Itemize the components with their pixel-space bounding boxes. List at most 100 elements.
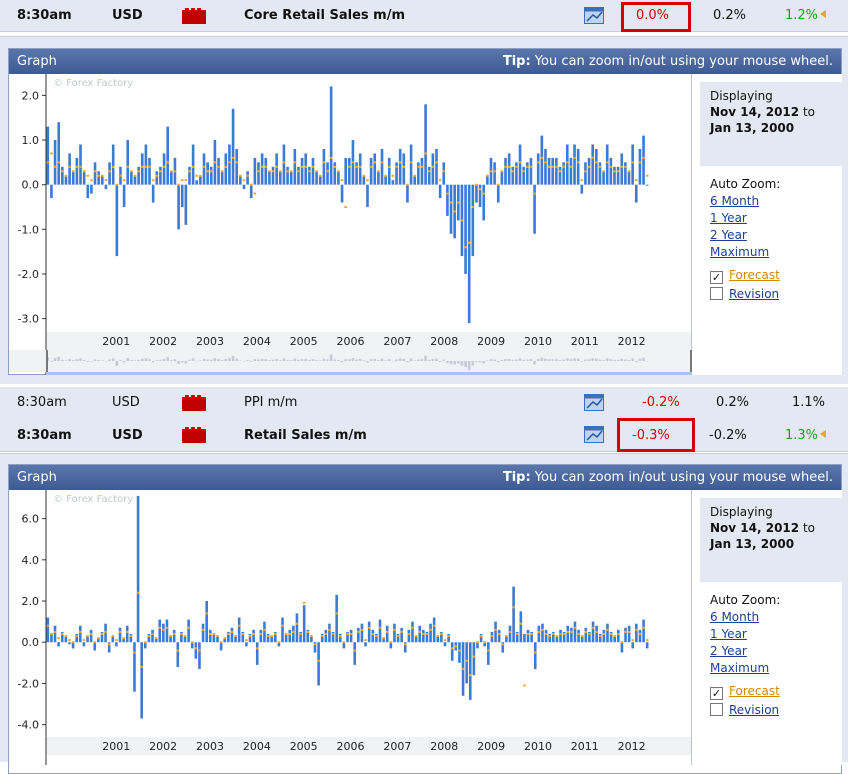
zoom-1-year-link[interactable]: 1 Year xyxy=(710,210,780,227)
forecast-checkbox[interactable]: ✓ xyxy=(710,687,723,700)
actual-bar xyxy=(384,175,387,185)
forecast-mark xyxy=(318,174,322,177)
event-name[interactable]: Retail Sales m/m xyxy=(244,428,367,443)
actual-bar xyxy=(638,629,642,643)
forecast-mark xyxy=(260,165,264,168)
forecast-mark xyxy=(224,165,228,168)
chart-area[interactable]: © Forex Factory 2.0 1.0 0.0 -1.0 -2.0 -3.0 2001… xyxy=(9,74,692,375)
zoom-maximum-link[interactable]: Maximum xyxy=(710,660,780,677)
forecast-mark xyxy=(64,174,68,177)
forecast-mark xyxy=(533,192,536,195)
auto-zoom-label: Auto Zoom: xyxy=(710,177,781,191)
forecast-mark xyxy=(577,632,580,635)
forecast-checkbox[interactable]: ✓ xyxy=(710,271,723,284)
revision-toggle-label[interactable]: Revision xyxy=(729,703,779,717)
navigator-mark xyxy=(526,359,529,361)
forecast-mark xyxy=(530,632,533,635)
actual-bar xyxy=(385,625,389,643)
actual-bar xyxy=(422,629,425,643)
zoom-1-year-link[interactable]: 1 Year xyxy=(710,626,780,643)
navigator-mark xyxy=(507,358,511,361)
forecast-mark xyxy=(627,630,631,633)
revision-checkbox[interactable] xyxy=(710,287,723,300)
revision-checkbox[interactable] xyxy=(710,703,723,716)
revision-toggle[interactable]: Revision xyxy=(710,287,779,301)
event-name[interactable]: PPI m/m xyxy=(244,395,297,410)
navigator-mark xyxy=(308,359,311,361)
zoom-6-month-link[interactable]: 6 Month xyxy=(710,193,780,210)
tip-label: Tip: xyxy=(502,470,531,485)
navigator-mark xyxy=(344,359,347,361)
forecast-mark xyxy=(551,165,555,168)
navigator-mark xyxy=(126,358,130,361)
forecast-toggle[interactable]: ✓ Forecast xyxy=(710,268,780,284)
forecast-mark xyxy=(635,628,638,631)
actual-bar xyxy=(317,642,320,686)
forecast-mark xyxy=(140,665,143,668)
event-row-retail-sales[interactable]: 8:30am USD Retail Sales m/m -0.3% -0.2% … xyxy=(0,418,848,452)
forecast-mark xyxy=(606,628,609,631)
navigator-mark xyxy=(369,359,373,361)
forecast-toggle-label[interactable]: Forecast xyxy=(729,268,780,282)
forecast-mark xyxy=(631,639,635,642)
actual-bar xyxy=(465,642,468,684)
actual-bar xyxy=(631,144,634,185)
forecast-mark xyxy=(591,156,595,159)
actual-bar xyxy=(427,166,431,185)
graph-sidebar: Displaying Nov 14, 2012 to Jan 13, 2000 … xyxy=(692,74,842,375)
navigator-mark xyxy=(620,358,624,361)
forecast-mark xyxy=(624,165,627,168)
forecast-mark xyxy=(293,161,297,164)
event-row-ppi[interactable]: 8:30am USD PPI m/m -0.2% 0.2% 1.1% xyxy=(0,387,848,418)
tip-text: You can zoom in/out using your mouse whe… xyxy=(530,470,833,485)
actual-bar xyxy=(293,148,297,185)
forecast-mark xyxy=(533,651,537,654)
forecast-mark xyxy=(411,626,414,629)
event-detail-graph-icon[interactable] xyxy=(584,394,604,411)
actual-bar xyxy=(627,171,631,185)
forecast-mark xyxy=(165,626,169,629)
actual-bar xyxy=(172,629,176,643)
actual-bar xyxy=(537,625,541,643)
actual-bar xyxy=(519,611,523,643)
navigator-mark xyxy=(634,361,638,363)
event-detail-graph-icon[interactable] xyxy=(584,7,604,24)
navigator-mark xyxy=(464,361,467,367)
navigator-mark xyxy=(53,358,57,361)
navigator-mark xyxy=(224,358,228,361)
forecast-mark xyxy=(454,645,458,648)
auto-zoom: Auto Zoom: 6 Month 1 Year 2 Year Maximum xyxy=(710,592,780,677)
navigator-mark xyxy=(446,361,449,364)
actual-bar xyxy=(311,157,315,185)
forecast-mark xyxy=(595,161,598,164)
forecast-mark xyxy=(616,170,620,173)
event-detail-graph-icon[interactable] xyxy=(584,426,604,443)
navigator-mark xyxy=(104,361,108,362)
zoom-6-month-link[interactable]: 6 Month xyxy=(710,609,780,626)
x-tick-label: 2009 xyxy=(477,740,505,753)
zoom-2-year-link[interactable]: 2 Year xyxy=(710,227,780,244)
event-name[interactable]: Core Retail Sales m/m xyxy=(244,8,405,23)
actual-bar xyxy=(275,153,278,185)
forecast-mark xyxy=(331,632,335,635)
zoom-2-year-link[interactable]: 2 Year xyxy=(710,643,780,660)
forecast-mark xyxy=(573,156,576,159)
actual-bar xyxy=(602,629,606,643)
zoom-maximum-link[interactable]: Maximum xyxy=(710,244,780,261)
forecast-mark xyxy=(587,165,591,168)
revision-toggle[interactable]: Revision xyxy=(710,703,779,717)
forecast-toggle[interactable]: ✓ Forecast xyxy=(710,684,780,700)
forecast-mark xyxy=(90,179,93,182)
chart-area[interactable]: © Forex Factory 6.0 4.0 2.0 0.0 -2.0 -4.0 2001 2… xyxy=(9,490,692,765)
actual-bar xyxy=(288,629,292,643)
event-row-core-retail-sales[interactable]: 8:30am USD Core Retail Sales m/m 0.0% 0.… xyxy=(0,0,848,32)
actual-bar xyxy=(364,642,367,647)
revision-toggle-label[interactable]: Revision xyxy=(729,287,779,301)
actual-bar xyxy=(624,627,627,643)
forecast-mark xyxy=(144,165,148,168)
forecast-toggle-label[interactable]: Forecast xyxy=(729,684,780,698)
actual-bar xyxy=(324,629,328,643)
actual-bar xyxy=(46,126,50,185)
actual-bar xyxy=(53,625,57,643)
forecast-mark xyxy=(320,635,324,638)
